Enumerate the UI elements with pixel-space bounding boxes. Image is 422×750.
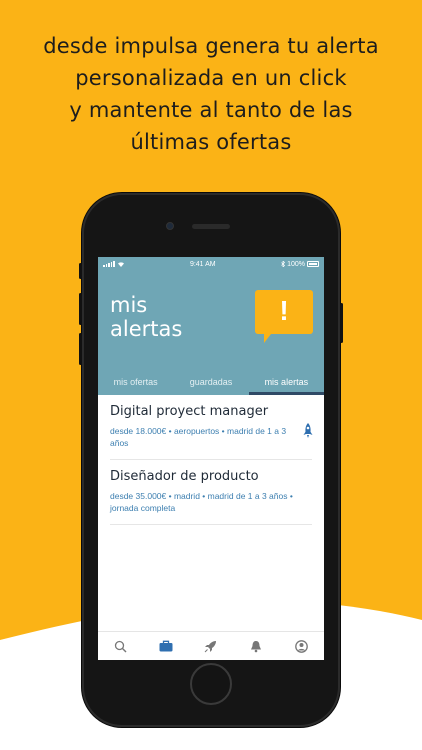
volume-down-button xyxy=(79,333,82,365)
tab-mis-alertas[interactable]: mis alertas xyxy=(248,374,324,395)
page-title-line-2: alertas xyxy=(110,317,183,341)
alert-meta: desde 18.000€ • aeropuertos • madrid de … xyxy=(110,426,287,448)
alert-meta: desde 35.000€ • madrid • madrid de 1 a 3… xyxy=(110,491,293,513)
status-time: 9:41 AM xyxy=(189,260,216,268)
profile-icon[interactable] xyxy=(291,636,311,656)
page-title-line-1: mis xyxy=(110,293,148,317)
front-camera xyxy=(166,222,174,230)
headline-line-3: y mantente al tanto de las xyxy=(69,98,353,122)
home-button[interactable] xyxy=(190,663,232,705)
phone-frame: 9:41 AM 100% mis alertas ! mis ofertas g… xyxy=(79,193,343,727)
wifi-icon xyxy=(117,262,124,267)
header-panel: 9:41 AM 100% mis alertas ! mis ofertas g… xyxy=(98,257,324,395)
tab-mis-ofertas[interactable]: mis ofertas xyxy=(98,374,173,395)
alert-item[interactable]: Diseñador de producto desde 35.000€ • ma… xyxy=(110,460,312,525)
alert-title: Diseñador de producto xyxy=(110,469,259,484)
bottom-nav xyxy=(98,631,324,660)
battery-percent: 100% xyxy=(287,260,305,268)
tab-bar: mis ofertas guardadas mis alertas xyxy=(98,374,324,395)
signal-icon xyxy=(103,261,115,267)
briefcase-icon[interactable] xyxy=(156,636,176,656)
rocket-icon[interactable] xyxy=(302,423,314,439)
rocket-nav-icon[interactable] xyxy=(201,636,221,656)
alert-title: Digital proyect manager xyxy=(110,404,269,419)
power-button xyxy=(340,303,343,343)
search-icon[interactable] xyxy=(111,636,131,656)
earpiece-speaker xyxy=(192,224,230,229)
bluetooth-icon xyxy=(281,261,286,267)
headline-line-2: personalizada en un click xyxy=(75,66,347,90)
bell-icon[interactable] xyxy=(246,636,266,656)
alert-item[interactable]: Digital proyect manager desde 18.000€ • … xyxy=(110,395,314,460)
status-bar: 9:41 AM 100% xyxy=(98,257,324,271)
phone-screen: 9:41 AM 100% mis alertas ! mis ofertas g… xyxy=(98,257,324,660)
headline-line-4: últimas ofertas xyxy=(130,130,292,154)
tab-guardadas[interactable]: guardadas xyxy=(173,374,248,395)
battery-icon xyxy=(307,261,319,267)
mute-switch xyxy=(79,263,82,279)
headline: desde impulsa genera tu alerta personali… xyxy=(0,30,422,158)
alert-bubble-icon: ! xyxy=(255,290,313,343)
headline-line-1: desde impulsa genera tu alerta xyxy=(43,34,379,58)
volume-up-button xyxy=(79,293,82,325)
exclamation-glyph: ! xyxy=(279,295,289,326)
page-title: mis alertas xyxy=(110,293,182,341)
